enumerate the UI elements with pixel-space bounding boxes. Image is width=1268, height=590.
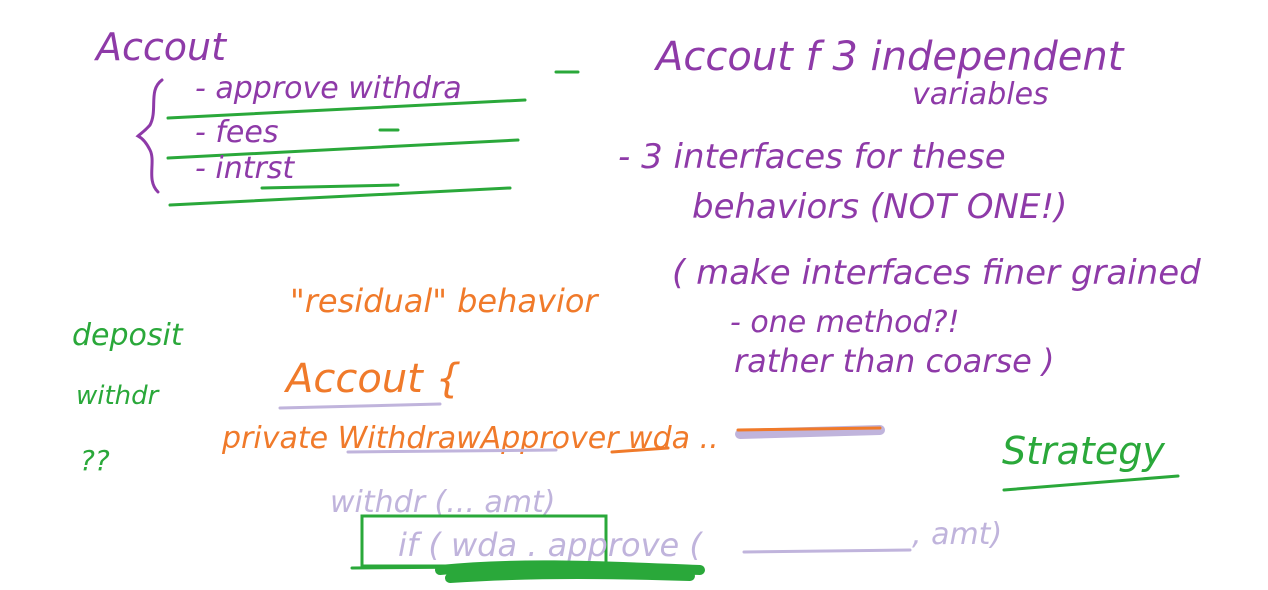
amt-argument: , amt) <box>912 517 1002 552</box>
green-note-question: ?? <box>80 444 110 477</box>
green-scribble-line <box>350 564 608 570</box>
list-item-interest: - intrst <box>195 151 295 186</box>
right-note-line-7: rather than coarse ) <box>734 342 1054 380</box>
private-field-underline <box>346 448 558 454</box>
green-note-withdraw: withdr <box>76 381 161 411</box>
right-note-line-2: variables <box>912 77 1049 112</box>
account-heading: Accout <box>93 25 228 69</box>
account-code-underline <box>278 402 442 410</box>
green-note-deposit: deposit <box>72 318 184 353</box>
right-note-line-4: behaviors (NOT ONE!) <box>692 187 1067 227</box>
strategy-underline <box>1002 474 1180 492</box>
underline-4 <box>168 186 512 207</box>
whiteboard-canvas: Accout - approve withdra - fees - intrst… <box>72 25 1201 583</box>
residual-behavior-note: "residual" behavior <box>290 282 599 320</box>
strategy-label: Strategy <box>1002 429 1165 473</box>
right-note-line-5: ( make interfaces finer grained <box>672 253 1201 293</box>
orange-scribble <box>736 426 882 432</box>
list-item-fees: - fees <box>195 115 278 150</box>
right-note-line-3: - 3 interfaces for these <box>618 137 1006 177</box>
curly-brace <box>135 78 164 194</box>
list-item-approve-withdraw: - approve withdra <box>195 71 462 106</box>
right-note-line-6: - one method?! <box>730 305 960 340</box>
if-approve-line: if ( wda . approve ( <box>398 526 703 564</box>
right-note-line-1: Accout f 3 independent <box>653 34 1125 80</box>
account-code-heading: Accout { <box>283 356 461 402</box>
blank-argument-line <box>742 548 912 554</box>
